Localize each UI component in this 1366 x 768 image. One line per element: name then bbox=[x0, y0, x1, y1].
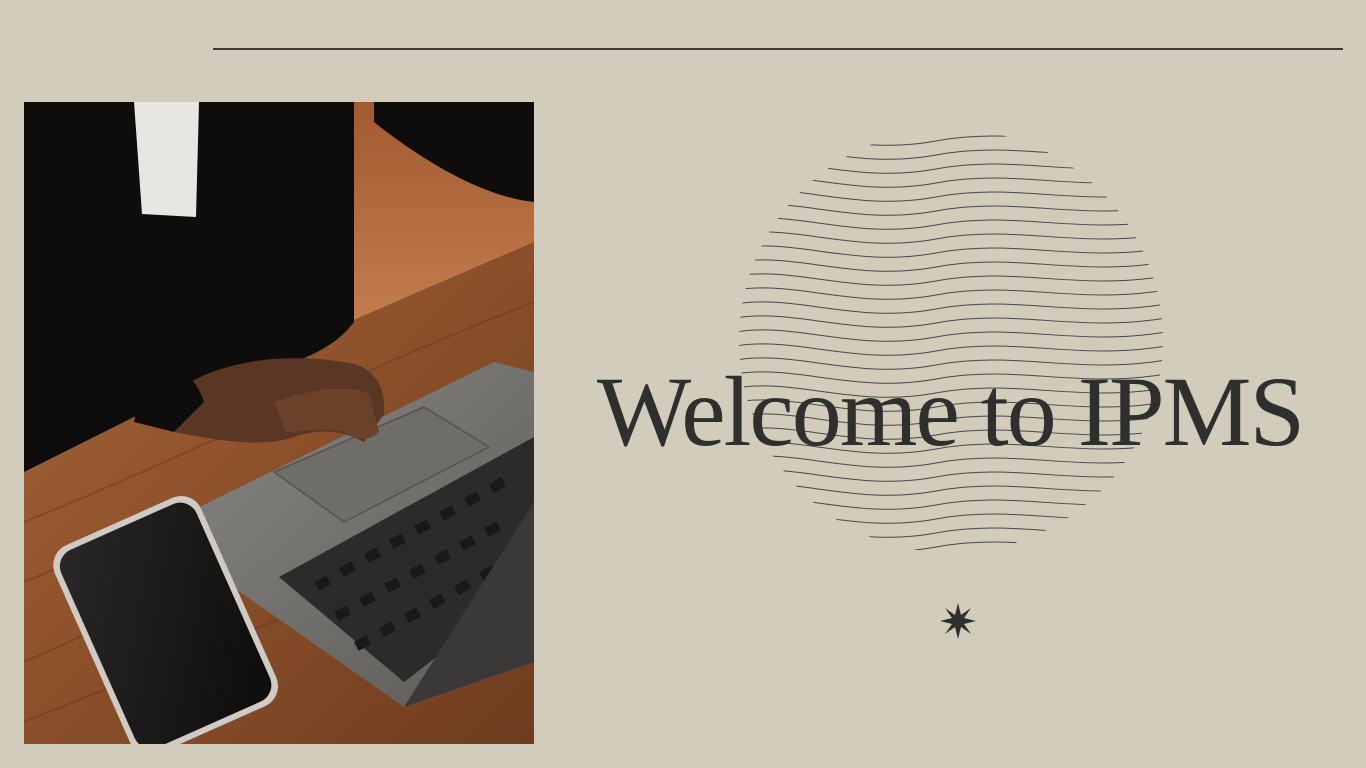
page-title: Welcome to IPMS bbox=[596, 356, 1305, 467]
star-icon bbox=[940, 603, 976, 639]
laptop-photo bbox=[24, 102, 534, 744]
top-divider-line bbox=[213, 48, 1343, 50]
slide: Welcome to IPMS bbox=[0, 0, 1366, 768]
wave-circle-icon bbox=[739, 133, 1163, 552]
